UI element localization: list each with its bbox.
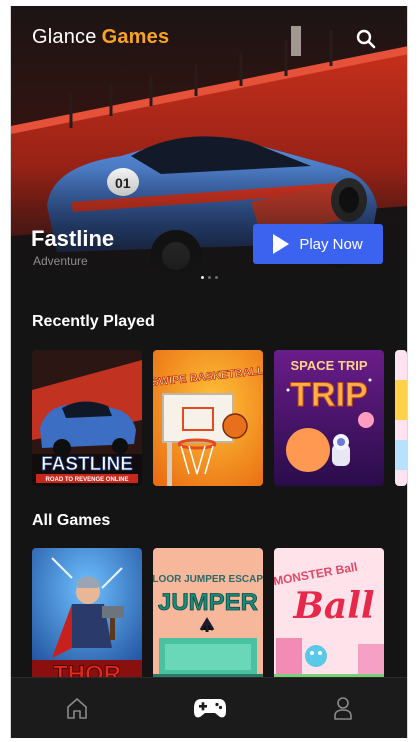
gamepad-icon	[193, 699, 226, 718]
recently-played-heading: Recently Played	[32, 313, 155, 330]
nav-profile[interactable]	[323, 688, 363, 728]
tile-title-art: JUMPER	[158, 589, 258, 616]
game-tile-floor-jumper[interactable]: FLOOR JUMPER ESCAPE JUMPER	[153, 548, 263, 684]
carousel-dot[interactable]	[215, 276, 218, 279]
app-logo: Glance Games	[32, 26, 169, 49]
brand-word-games: Games	[101, 26, 170, 48]
play-now-button[interactable]: Play Now	[253, 224, 383, 264]
recently-played-row[interactable]: FASTLINE ROAD TO REVENGE ONLINE SWIPE BA…	[32, 350, 407, 486]
home-icon	[67, 698, 88, 719]
all-games-row[interactable]: THOR FLOOR JUMPER ESCAPE JUMPER MONSTER …	[32, 548, 384, 684]
search-icon[interactable]	[355, 28, 377, 50]
play-now-label: Play Now	[299, 235, 363, 253]
nav-home[interactable]	[57, 688, 97, 728]
game-tile-partial[interactable]	[395, 350, 407, 486]
game-tile-monster-ball[interactable]: MONSTER Ball Ball	[274, 548, 384, 684]
hero-banner[interactable]: 01 GlanceGames Fastline Adventure Play N…	[11, 6, 407, 302]
tile-title: FASTLINE	[41, 454, 133, 475]
game-tile-space-trip[interactable]: SPACE TRIP TRIP	[274, 350, 384, 486]
tile-title: SPACE TRIP	[290, 358, 367, 373]
carousel-dot[interactable]	[201, 276, 204, 279]
tile-title-art: TRIP	[290, 376, 367, 414]
tile-title: FLOOR JUMPER ESCAPE	[153, 574, 263, 585]
hero-game-title: Fastline	[31, 226, 115, 251]
app-screen: 01 GlanceGames Fastline Adventure Play N…	[10, 6, 408, 738]
hero-game-genre: Adventure	[33, 254, 88, 268]
bottom-navigation	[11, 677, 407, 738]
game-tile-swipe-basketball[interactable]: SWIPE BASKETBALL	[153, 350, 263, 486]
profile-icon	[333, 697, 352, 720]
brand-word-glance: Glance	[32, 26, 97, 48]
play-icon	[273, 234, 290, 254]
game-tile-fastline[interactable]: FASTLINE ROAD TO REVENGE ONLINE	[32, 350, 142, 486]
tile-title-art: Ball	[292, 585, 374, 627]
all-games-heading: All Games	[32, 512, 111, 529]
nav-games[interactable]	[190, 688, 230, 728]
tile-subtitle: ROAD TO REVENGE ONLINE	[46, 477, 129, 483]
carousel-dot[interactable]	[208, 276, 211, 279]
carousel-indicator[interactable]	[201, 276, 218, 279]
game-tile-thor[interactable]: THOR	[32, 548, 142, 684]
